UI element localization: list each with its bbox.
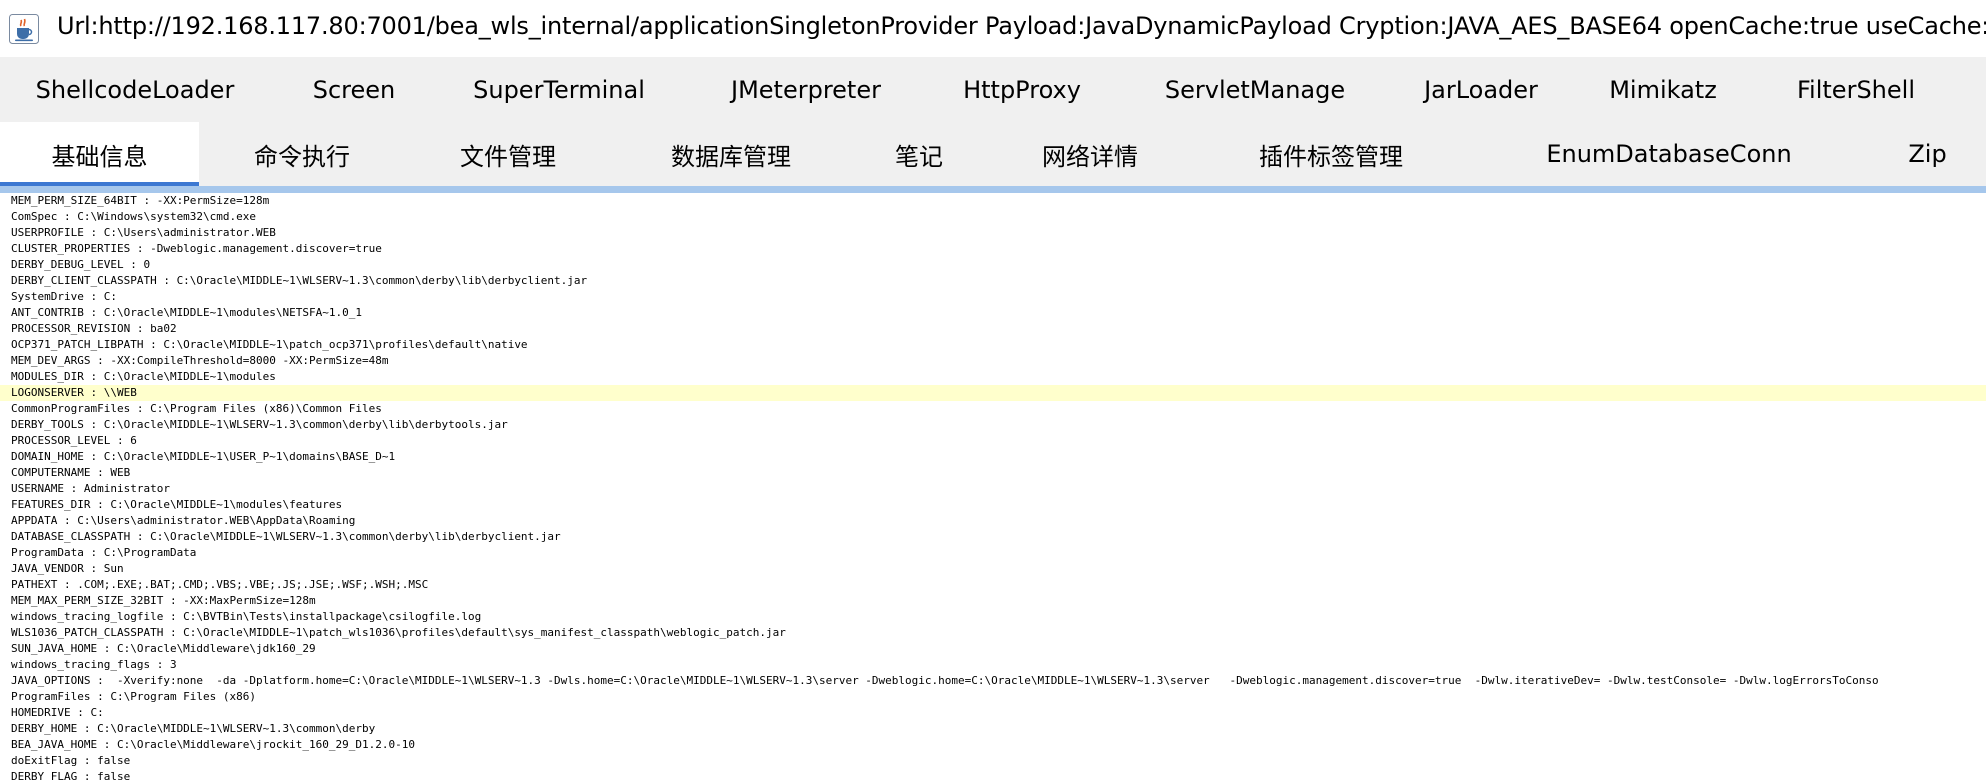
env-line: DERBY_HOME : C:\Oracle\MIDDLE~1\WLSERV~1… xyxy=(11,722,376,735)
env-line: USERNAME : Administrator xyxy=(11,482,170,495)
env-line: DERBY_TOOLS : C:\Oracle\MIDDLE~1\WLSERV~… xyxy=(11,418,508,431)
tab-screen[interactable]: Screen xyxy=(270,57,438,122)
tab-zip[interactable]: Zip xyxy=(1869,122,1986,186)
env-line: ANT_CONTRIB : C:\Oracle\MIDDLE~1\modules… xyxy=(11,306,362,319)
env-line: ProgramFiles : C:\Program Files (x86) xyxy=(11,690,257,703)
env-line: SystemDrive : C: xyxy=(11,290,117,303)
tab-basic-info[interactable]: 基础信息 xyxy=(0,122,199,186)
tab-shellcodeloader[interactable]: ShellcodeLoader xyxy=(0,57,270,122)
env-line: JAVA_OPTIONS : -Xverify:none -da -Dplatf… xyxy=(11,674,1879,687)
env-line: DATABASE_CLASSPATH : C:\Oracle\MIDDLE~1\… xyxy=(11,530,561,543)
title-bar: Url:http://192.168.117.80:7001/bea_wls_i… xyxy=(0,0,1986,57)
tab-httpproxy[interactable]: HttpProxy xyxy=(932,57,1112,122)
java-cup-icon xyxy=(9,14,39,44)
env-line: APPDATA : C:\Users\administrator.WEB\App… xyxy=(11,514,356,527)
env-line: HOMEDRIVE : C: xyxy=(11,706,104,719)
env-line: PROCESSOR_REVISION : ba02 xyxy=(11,322,177,335)
tab-file-manager[interactable]: 文件管理 xyxy=(405,122,611,186)
tab-plugin-tag-manager[interactable]: 插件标签管理 xyxy=(1193,122,1469,186)
tab-notes[interactable]: 笔记 xyxy=(851,122,987,186)
env-line: doExitFlag : false xyxy=(11,754,131,767)
tab-superterminal[interactable]: SuperTerminal xyxy=(438,57,680,122)
main-tab-bar: 基础信息 命令执行 文件管理 数据库管理 笔记 网络详情 插件标签管理 Enum… xyxy=(0,122,1986,186)
env-line: BEA_JAVA_HOME : C:\Oracle\Middleware\jro… xyxy=(11,738,415,751)
env-line: ProgramData : C:\ProgramData xyxy=(11,546,197,559)
env-line: USERPROFILE : C:\Users\administrator.WEB xyxy=(11,226,276,239)
env-info-text-area[interactable]: MEM_PERM_SIZE_64BIT : -XX:PermSize=128m C… xyxy=(0,193,1986,782)
env-line: DERBY_FLAG : false xyxy=(11,770,131,782)
env-line: DERBY_DEBUG_LEVEL : 0 xyxy=(11,258,151,271)
env-line: PROCESSOR_LEVEL : 6 xyxy=(11,434,137,447)
tab-command-exec[interactable]: 命令执行 xyxy=(199,122,405,186)
env-line: ComSpec : C:\Windows\system32\cmd.exe xyxy=(11,210,257,223)
env-line: OCP371_PATCH_LIBPATH : C:\Oracle\MIDDLE~… xyxy=(11,338,528,351)
tab-mimikatz[interactable]: Mimikatz xyxy=(1564,57,1762,122)
tab-servletmanage[interactable]: ServletManage xyxy=(1112,57,1398,122)
env-line: windows_tracing_flags : 3 xyxy=(11,658,177,671)
env-line: DERBY_CLIENT_CLASSPATH : C:\Oracle\MIDDL… xyxy=(11,274,588,287)
env-line: JAVA_VENDOR : Sun xyxy=(11,562,124,575)
env-line: COMPUTERNAME : WEB xyxy=(11,466,131,479)
plugin-tab-bar: ShellcodeLoader Screen SuperTerminal JMe… xyxy=(0,57,1986,122)
env-line: windows_tracing_logfile : C:\BVTBin\Test… xyxy=(11,610,482,623)
tab-jarloader[interactable]: JarLoader xyxy=(1398,57,1564,122)
window-title: Url:http://192.168.117.80:7001/bea_wls_i… xyxy=(57,12,1986,40)
tab-database-manager[interactable]: 数据库管理 xyxy=(611,122,851,186)
env-line: MODULES_DIR : C:\Oracle\MIDDLE~1\modules xyxy=(11,370,276,383)
tab-enumdatabaseconn[interactable]: EnumDatabaseConn xyxy=(1469,122,1869,186)
env-line: CLUSTER_PROPERTIES : -Dweblogic.manageme… xyxy=(11,242,382,255)
content-border xyxy=(0,186,1986,193)
env-line: CommonProgramFiles : C:\Program Files (x… xyxy=(11,402,382,415)
env-line: PATHEXT : .COM;.EXE;.BAT;.CMD;.VBS;.VBE;… xyxy=(11,578,429,591)
tab-network-details[interactable]: 网络详情 xyxy=(987,122,1193,186)
env-line: DOMAIN_HOME : C:\Oracle\MIDDLE~1\USER_P~… xyxy=(11,450,396,463)
env-line: SUN_JAVA_HOME : C:\Oracle\Middleware\jdk… xyxy=(11,642,316,655)
tab-filtershell[interactable]: FilterShell xyxy=(1762,57,1950,122)
env-line: MEM_PERM_SIZE_64BIT : -XX:PermSize=128m xyxy=(11,194,270,207)
env-line: FEATURES_DIR : C:\Oracle\MIDDLE~1\module… xyxy=(11,498,343,511)
tab-jmeterpreter[interactable]: JMeterpreter xyxy=(680,57,932,122)
env-line-highlighted: LOGONSERVER : \\WEB xyxy=(0,385,1986,401)
env-line: MEM_DEV_ARGS : -XX:CompileThreshold=8000… xyxy=(11,354,389,367)
env-line: WLS1036_PATCH_CLASSPATH : C:\Oracle\MIDD… xyxy=(11,626,786,639)
env-line: MEM_MAX_PERM_SIZE_32BIT : -XX:MaxPermSiz… xyxy=(11,594,316,607)
